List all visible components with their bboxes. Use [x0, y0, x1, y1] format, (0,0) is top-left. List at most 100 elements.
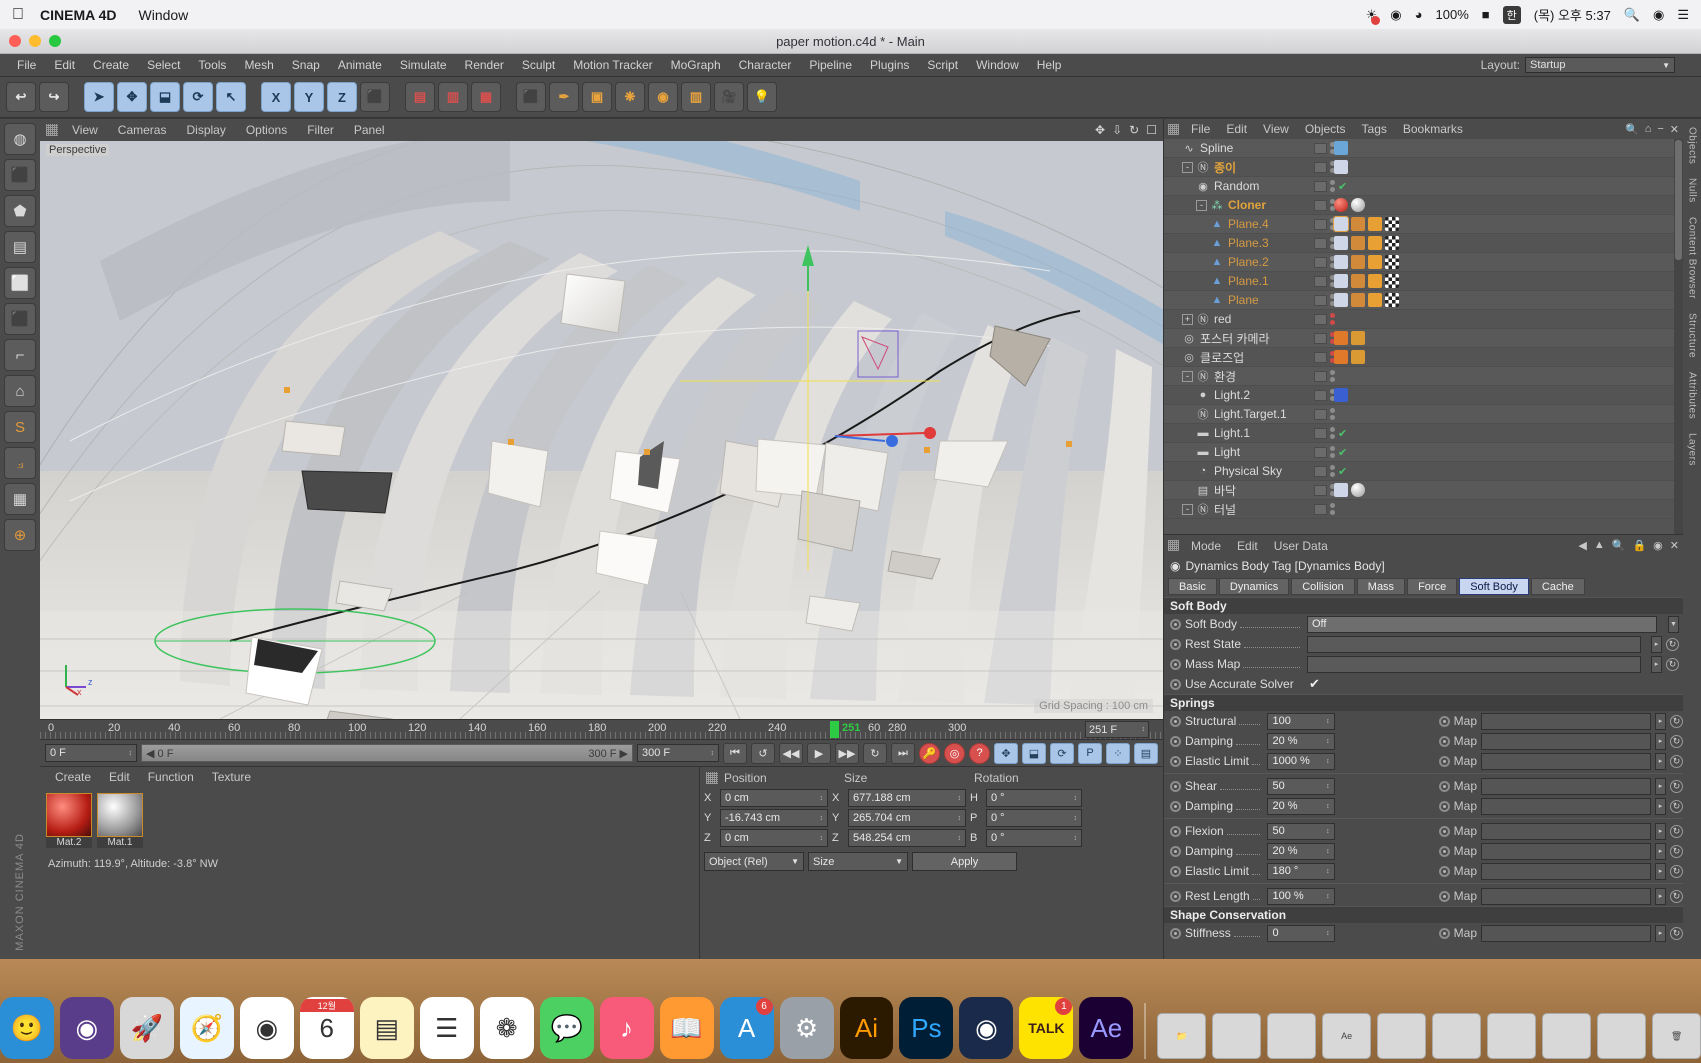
scale-key-button[interactable]: ⬓ — [1022, 742, 1046, 764]
books-icon[interactable]: 📖 — [659, 997, 714, 1059]
rotation-p-field[interactable]: 0 ° ↕ — [986, 809, 1082, 827]
object-name[interactable]: 포스터 카메라 — [1200, 330, 1270, 347]
visibility-dot[interactable] — [1330, 510, 1335, 515]
object-tree-scrollbar[interactable] — [1674, 139, 1683, 534]
spinner-icon[interactable]: ↕ — [1326, 930, 1330, 937]
point-mode-tool[interactable]: ⬟ — [4, 195, 36, 227]
safari-icon[interactable]: 🧭 — [179, 997, 234, 1059]
layer-swatch[interactable] — [1314, 332, 1327, 344]
play-button[interactable]: ▶ — [807, 742, 831, 764]
panel-grip-icon[interactable] — [1168, 123, 1179, 135]
expand-arrow-icon[interactable]: ▸ — [1655, 924, 1666, 942]
size-y-field[interactable]: 265.704 cm ↕ — [848, 809, 966, 827]
menu-motion-tracker[interactable]: Motion Tracker — [564, 58, 661, 72]
rotate-icon[interactable]: ↻ — [1129, 123, 1139, 137]
no-entry-tag-icon[interactable] — [1334, 350, 1348, 364]
maximize-icon[interactable]: ☐ — [1146, 123, 1157, 137]
visibility-dot[interactable] — [1330, 427, 1335, 432]
menu-simulate[interactable]: Simulate — [391, 58, 456, 72]
workplane-tool[interactable]: ⌂ — [4, 375, 36, 407]
window-thumb-8[interactable] — [1597, 1013, 1647, 1059]
map-link-field[interactable] — [1481, 732, 1651, 750]
reset-icon[interactable]: ↻ — [1670, 889, 1683, 903]
object-row[interactable]: ◔ Physical Sky ✔ — [1164, 462, 1683, 481]
undo-button[interactable]: ↩ — [6, 82, 36, 112]
window-thumb-5[interactable] — [1432, 1013, 1482, 1059]
calendar-icon[interactable]: 6 12월 — [299, 997, 354, 1059]
object-name[interactable]: Light.Target.1 — [1214, 407, 1287, 421]
cube-primitive-button[interactable]: ⬛ — [516, 82, 546, 112]
layer-swatch[interactable] — [1314, 389, 1327, 401]
checker-tag-icon[interactable] — [1385, 274, 1399, 288]
kakaotalk-icon[interactable]: ☀ — [1366, 7, 1380, 25]
editor-render-dots[interactable] — [1330, 503, 1335, 515]
visibility-dot[interactable] — [1330, 320, 1335, 325]
aftereffects-icon[interactable]: Ae — [1079, 997, 1134, 1059]
visibility-dot[interactable] — [1330, 187, 1335, 192]
object-row[interactable]: ◎ 클로즈업 — [1164, 348, 1683, 367]
menu-plugins[interactable]: Plugins — [861, 58, 918, 72]
no-entry-tag-icon[interactable] — [1334, 331, 1348, 345]
render-view-button[interactable]: ▤ — [405, 82, 435, 112]
dock-tab-structure[interactable]: Structure — [1687, 313, 1698, 358]
dock-tab-layers[interactable]: Layers — [1687, 433, 1698, 466]
record-keyframe-button[interactable]: 🔑 — [919, 742, 940, 764]
number-field-damping[interactable]: 20 % ↕ — [1267, 797, 1335, 815]
spinner-icon[interactable]: ↕ — [1074, 835, 1078, 842]
property-toggle-icon[interactable] — [1170, 865, 1181, 877]
expand-toggle-icon[interactable]: + — [1182, 313, 1193, 325]
layer-swatch[interactable] — [1314, 351, 1327, 363]
white-material-tag-icon[interactable] — [1351, 198, 1365, 212]
object-row[interactable]: - Ⓝ 터널 — [1164, 500, 1683, 519]
dock-tab-nulls[interactable]: Nulls — [1687, 178, 1698, 203]
step-back-button[interactable]: ◀◀ — [779, 742, 803, 764]
number-field-damping[interactable]: 20 % ↕ — [1267, 732, 1335, 750]
home-icon[interactable]: ⌂ — [1645, 123, 1652, 136]
material-item[interactable]: Mat.2 — [46, 793, 92, 848]
spinner-icon[interactable]: ↕ — [711, 750, 715, 757]
trash-icon[interactable]: 🗑 — [1652, 1013, 1701, 1059]
texture-mode-tool[interactable]: ⌐ — [4, 339, 36, 371]
layer-swatch[interactable] — [1314, 313, 1327, 325]
array-button[interactable]: ❋ — [615, 82, 645, 112]
kakaotalk-icon[interactable]: TALK 1 — [1019, 997, 1074, 1059]
visibility-dot[interactable] — [1330, 453, 1335, 458]
visibility-dot[interactable] — [1330, 408, 1335, 413]
dynamics-tag-icon[interactable] — [1333, 216, 1349, 232]
viewport-menu-cameras[interactable]: Cameras — [108, 123, 177, 137]
attr-tab-soft-body[interactable]: Soft Body — [1459, 578, 1529, 595]
expand-arrow-icon[interactable]: ▸ — [1655, 712, 1666, 730]
spotlight-icon[interactable]: 🔍 — [1624, 7, 1640, 23]
attr-menu-edit[interactable]: Edit — [1229, 539, 1266, 553]
rotation-h-field[interactable]: 0 ° ↕ — [986, 789, 1082, 807]
messages-icon[interactable]: 💬 — [539, 997, 594, 1059]
keyframe-selection-button[interactable]: ? — [969, 742, 990, 764]
object-row[interactable]: ▲ Plane.4 — [1164, 215, 1683, 234]
layer-swatch[interactable] — [1314, 408, 1327, 420]
attr-tab-force[interactable]: Force — [1407, 578, 1458, 595]
object-name[interactable]: 바닥 — [1214, 482, 1236, 499]
reset-icon[interactable]: ↻ — [1670, 734, 1683, 748]
number-field-rest-length[interactable]: 100 % ↕ — [1267, 887, 1335, 905]
expand-arrow-icon[interactable]: ▸ — [1655, 797, 1666, 815]
lock-axis-tool[interactable]: ⟓ — [4, 447, 36, 479]
spinner-icon[interactable]: ↕ — [820, 835, 824, 842]
lock-icon[interactable]: 🔒 — [1632, 539, 1646, 552]
property-toggle-icon[interactable] — [1170, 845, 1181, 857]
close-window-button[interactable] — [9, 35, 21, 47]
menu-render[interactable]: Render — [456, 58, 513, 72]
expand-arrow-icon[interactable]: ▸ — [1655, 822, 1666, 840]
object-row[interactable]: - Ⓝ 환경 — [1164, 367, 1683, 386]
number-field-elastic-limit[interactable]: 1000 % ↕ — [1267, 752, 1335, 770]
visibility-dot[interactable] — [1330, 415, 1335, 420]
expand-arrow-icon[interactable]: ▸ — [1655, 777, 1666, 795]
position-key-button[interactable]: ✥ — [994, 742, 1018, 764]
window-thumb-3[interactable]: Ae — [1322, 1013, 1372, 1059]
dock-tab-objects[interactable]: Objects — [1687, 127, 1698, 164]
dock-tab-content-browser[interactable]: Content Browser — [1687, 217, 1698, 299]
expand-toggle-icon[interactable]: - — [1196, 199, 1207, 211]
apple-icon[interactable]:  — [12, 6, 24, 24]
number-field-stiffness[interactable]: 0 ↕ — [1267, 924, 1335, 942]
render-settings-button[interactable]: ▦ — [471, 82, 501, 112]
layer-swatch[interactable] — [1314, 199, 1327, 211]
